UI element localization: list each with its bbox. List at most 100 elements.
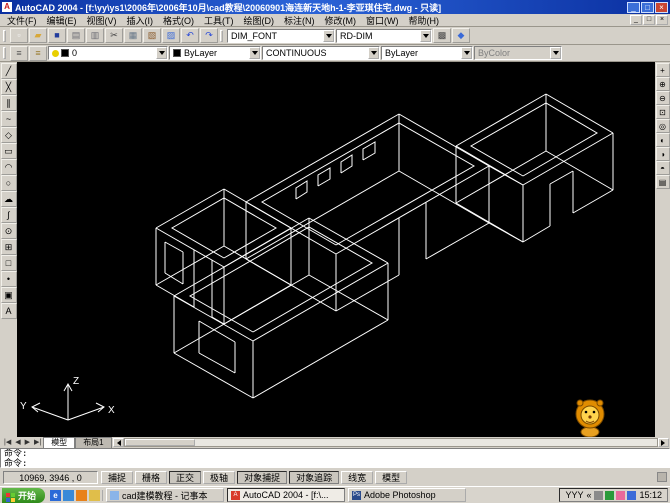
zoom-out-tool-button[interactable]: ⊖ [655, 91, 670, 105]
properties-button[interactable]: ▩ [433, 28, 451, 43]
maximize-button[interactable]: □ [641, 1, 654, 13]
command-prompt[interactable]: 命令: [4, 459, 666, 467]
start-button[interactable]: 开始 [2, 487, 46, 503]
linetype-combo[interactable]: CONTINUOUS [262, 46, 380, 60]
polyline-tool-button[interactable]: ~ [0, 111, 17, 127]
hatch-tool-button[interactable]: ▣ [0, 287, 17, 303]
chevron-down-icon[interactable] [249, 47, 260, 59]
toolbar-grip[interactable] [220, 29, 223, 42]
save-button[interactable]: ■ [48, 28, 66, 43]
chevron-down-icon[interactable] [156, 47, 167, 59]
command-window[interactable]: 命令: 命令: [0, 448, 670, 468]
menu-item[interactable]: 工具(T) [199, 14, 239, 27]
new-file-button[interactable]: ▫ [10, 28, 28, 43]
polygon-tool-button[interactable]: ◇ [0, 127, 17, 143]
drawing-canvas[interactable]: X Y Z [17, 62, 655, 437]
scrollbar-thumb[interactable] [124, 439, 195, 446]
menu-item[interactable]: 格式(O) [158, 14, 199, 27]
menu-item[interactable]: 视图(V) [82, 14, 122, 27]
lineweight-combo[interactable]: ByLayer [381, 46, 473, 60]
shade-tool-button[interactable]: ◑ [655, 147, 670, 161]
insert-block-tool-button[interactable]: ⊞ [0, 239, 17, 255]
mdi-minimize-button[interactable]: _ [630, 15, 642, 25]
scroll-left-icon[interactable] [112, 438, 124, 447]
rectangle-tool-button[interactable]: ▭ [0, 143, 17, 159]
chevron-down-icon[interactable] [368, 47, 379, 59]
menu-item[interactable]: 标注(N) [279, 14, 320, 27]
dim-style-combo[interactable]: RD-DIM [336, 28, 432, 43]
chevron-down-icon[interactable] [420, 29, 431, 42]
status-toggle-栅格[interactable]: 栅格 [135, 470, 168, 484]
open-file-button[interactable]: ▰ [29, 28, 47, 43]
pan-tool-button[interactable]: + [655, 63, 670, 77]
mdi-restore-button[interactable]: □ [643, 15, 655, 25]
toolbar-grip[interactable] [3, 29, 6, 42]
print-button[interactable]: ▤ [67, 28, 85, 43]
menu-item[interactable]: 绘图(D) [239, 14, 280, 27]
lion-mascot[interactable] [575, 399, 605, 437]
copy-button[interactable]: ▦ [124, 28, 142, 43]
horizontal-scrollbar[interactable] [123, 438, 658, 447]
menu-item[interactable]: 修改(M) [320, 14, 362, 27]
chevron-down-icon[interactable] [461, 47, 472, 59]
menu-item[interactable]: 文件(F) [2, 14, 42, 27]
status-toggle-线宽[interactable]: 线宽 [341, 470, 374, 484]
redo-button[interactable]: ↷ [200, 28, 218, 43]
spline-tool-button[interactable]: ∫ [0, 207, 17, 223]
layer-properties-button[interactable]: ≡ [10, 45, 28, 61]
tab-nav-arrow-icon[interactable]: ◀ [13, 438, 22, 448]
show-desktop-icon[interactable] [63, 489, 75, 501]
layer-states-button[interactable]: ≡ [29, 45, 47, 61]
menu-item[interactable]: 编辑(E) [42, 14, 82, 27]
network-icon[interactable] [627, 490, 637, 500]
menu-item[interactable]: 窗口(W) [361, 14, 404, 27]
status-toggle-正交[interactable]: 正交 [169, 470, 202, 484]
volume-icon[interactable] [594, 490, 604, 500]
zoom-in-tool-button[interactable]: ⊕ [655, 77, 670, 91]
status-toggle-对象捕捉[interactable]: 对象捕捉 [237, 470, 288, 484]
text-style-combo[interactable]: DIM_FONT [227, 28, 335, 43]
minimize-button[interactable]: _ [627, 1, 640, 13]
message-icon[interactable] [616, 490, 626, 500]
cut-button[interactable]: ✂ [105, 28, 123, 43]
communication-center-icon[interactable] [657, 472, 667, 482]
mtext-tool-button[interactable]: A [0, 303, 17, 319]
status-toggle-对象追踪[interactable]: 对象追踪 [289, 470, 340, 484]
menu-item[interactable]: 插入(I) [122, 14, 159, 27]
orbit-tool-button[interactable]: ◎ [655, 119, 670, 133]
arc-tool-button[interactable]: ◠ [0, 159, 17, 175]
circle-tool-button[interactable]: ○ [0, 175, 17, 191]
design-center-button[interactable]: ◆ [452, 28, 470, 43]
status-toggle-模型[interactable]: 模型 [375, 470, 408, 484]
paste-button[interactable]: ▧ [143, 28, 161, 43]
render-tool-button[interactable]: ◓ [655, 161, 670, 175]
toolbar-grip[interactable] [3, 47, 6, 59]
tab-nav-arrow-icon[interactable]: ▶| [32, 438, 43, 448]
make-block-tool-button[interactable]: □ [0, 255, 17, 271]
ellipse-tool-button[interactable]: ⊙ [0, 223, 17, 239]
tab-nav-arrow-icon[interactable]: ▶ [23, 438, 32, 448]
point-tool-button[interactable]: • [0, 271, 17, 287]
tab-模型[interactable]: 模型 [43, 437, 76, 448]
taskbar-task-button[interactable]: Ps Adobe Photoshop [348, 488, 467, 502]
taskbar-task-button[interactable]: A AutoCAD 2004 - [f:\... [227, 488, 346, 502]
hide-tool-button[interactable]: ◐ [655, 133, 670, 147]
tray-chevron-icon[interactable]: « [586, 490, 591, 500]
taskbar-task-button[interactable]: cad建模教程 - 记事本 [106, 488, 225, 502]
revision-cloud-tool-button[interactable]: ☁ [0, 191, 17, 207]
tab-布局1[interactable]: 布局1 [75, 437, 112, 448]
media-player-icon[interactable] [76, 489, 88, 501]
construction-line-tool-button[interactable]: ╳ [0, 79, 17, 95]
folder-icon[interactable] [89, 489, 101, 501]
ie-icon[interactable]: e [50, 489, 62, 501]
antivirus-icon[interactable] [605, 490, 615, 500]
ime-indicator[interactable]: YYY [565, 490, 583, 500]
multiline-tool-button[interactable]: ∥ [0, 95, 17, 111]
menu-item[interactable]: 帮助(H) [404, 14, 445, 27]
print-preview-button[interactable]: ▥ [86, 28, 104, 43]
mdi-close-button[interactable]: × [656, 15, 668, 25]
clock[interactable]: 15:12 [639, 490, 662, 500]
status-toggle-极轴[interactable]: 极轴 [203, 470, 236, 484]
layer-combo[interactable]: 0 [48, 46, 168, 60]
line-tool-button[interactable]: ╱ [0, 63, 17, 79]
